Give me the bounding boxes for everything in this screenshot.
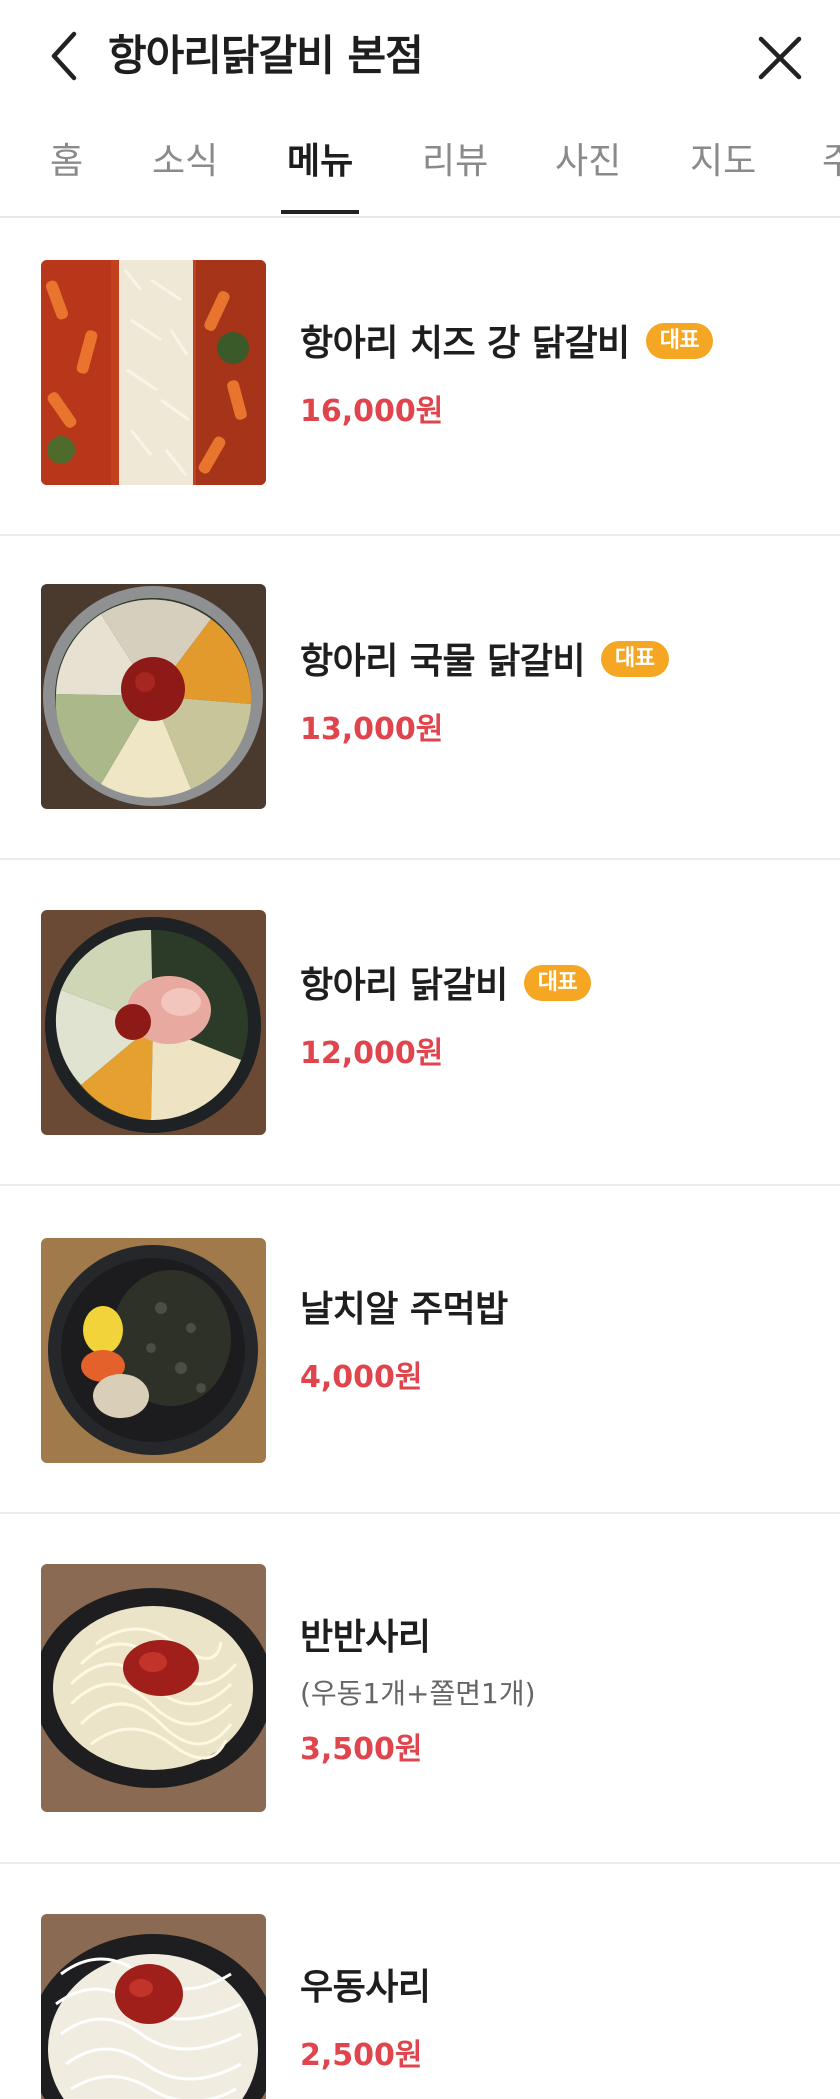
page-title: 항아리닭갈비 본점 (108, 31, 424, 80)
menu-item-name-text: 항아리 국물 닭갈비 (300, 641, 586, 682)
chevron-left-icon (51, 31, 77, 81)
tab-bar: 홈 소식 메뉴 리뷰 사진 지도 주 (0, 112, 840, 218)
menu-item-price: 2,500원 (300, 2038, 423, 2073)
tab-news[interactable]: 소식 (152, 112, 218, 216)
menu-item[interactable]: 항아리 국물 닭갈비 대표 13,000원 (0, 534, 840, 860)
menu-item-photo (41, 1238, 266, 1463)
active-tab-indicator (281, 210, 359, 214)
tab-more[interactable]: 주 (822, 112, 840, 216)
menu-item-name: 항아리 닭갈비 대표 (300, 956, 592, 1008)
menu-item[interactable]: 우동사리 2,500원 (0, 1862, 840, 2099)
menu-item-price: 16,000원 (300, 394, 444, 429)
header: 항아리닭갈비 본점 (0, 0, 840, 112)
menu-item-price: 12,000원 (300, 1036, 444, 1071)
close-button[interactable] (752, 30, 808, 86)
menu-item-description: (우동1개+쫄면1개) (300, 1677, 536, 1710)
menu-item-price: 13,000원 (300, 712, 444, 747)
menu-item-name: 항아리 치즈 강 닭갈비 대표 (300, 314, 714, 366)
menu-item-photo (41, 1564, 266, 1812)
back-button[interactable] (40, 28, 88, 84)
menu-item[interactable]: 날치알 주먹밥 4,000원 (0, 1184, 840, 1514)
signature-badge: 대표 (645, 323, 714, 359)
menu-item[interactable]: 항아리 치즈 강 닭갈비 대표 16,000원 (0, 216, 840, 536)
menu-item-name: 항아리 국물 닭갈비 대표 (300, 632, 669, 684)
tab-map[interactable]: 지도 (690, 112, 756, 216)
menu-item-photo (41, 1914, 266, 2099)
tab-home[interactable]: 홈 (50, 112, 83, 216)
menu-item-photo (41, 260, 266, 485)
menu-item-name-text: 항아리 치즈 강 닭갈비 (300, 323, 630, 364)
menu-item-name-text: 항아리 닭갈비 (300, 965, 508, 1006)
menu-item-name-text: 반반사리 (300, 1617, 431, 1658)
menu-item-name-text: 우동사리 (300, 1967, 431, 2008)
menu-item-name-text: 날치알 주먹밥 (300, 1289, 508, 1330)
menu-item-photo (41, 910, 266, 1135)
tab-photos[interactable]: 사진 (555, 112, 621, 216)
close-icon (758, 36, 802, 80)
signature-badge: 대표 (523, 965, 592, 1001)
signature-badge: 대표 (601, 641, 669, 677)
tab-reviews[interactable]: 리뷰 (422, 112, 488, 216)
menu-item-name: 반반사리 (300, 1608, 431, 1660)
menu-item-price: 4,000원 (300, 1360, 423, 1395)
menu-item[interactable]: 항아리 닭갈비 대표 12,000원 (0, 858, 840, 1186)
menu-item-photo (41, 584, 266, 809)
menu-item-name: 날치알 주먹밥 (300, 1280, 508, 1332)
tab-menu[interactable]: 메뉴 (287, 112, 353, 216)
menu-item-price: 3,500원 (300, 1732, 423, 1767)
menu-item-name: 우동사리 (300, 1958, 431, 2010)
menu-item[interactable]: 반반사리 (우동1개+쫄면1개) 3,500원 (0, 1512, 840, 1864)
